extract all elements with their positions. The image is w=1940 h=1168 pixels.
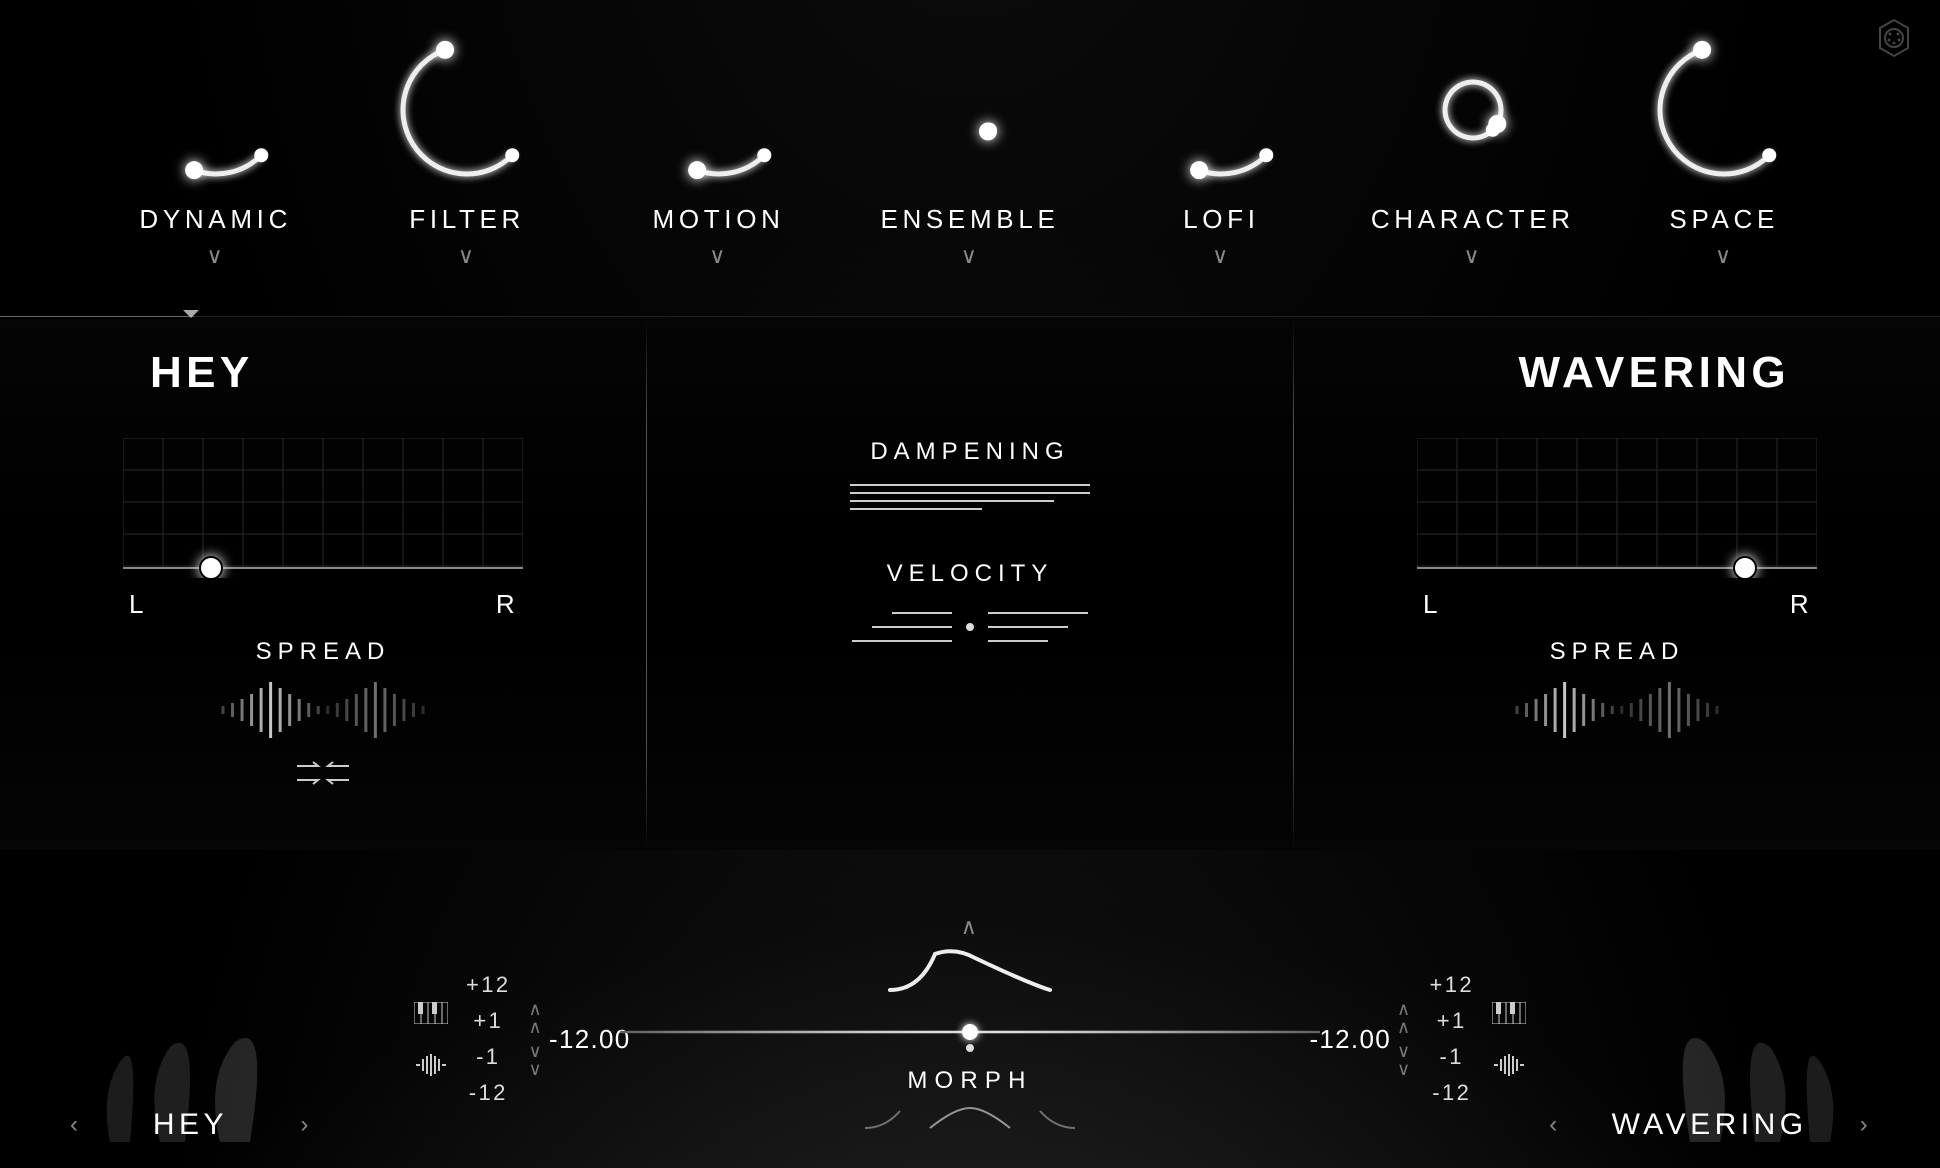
knob-label: MOTION xyxy=(653,204,785,235)
knob-dial[interactable] xyxy=(1634,20,1814,200)
knob-label: ENSEMBLE xyxy=(880,204,1059,235)
morph-label: MORPH xyxy=(620,1067,1320,1095)
spread-label-left: SPREAD xyxy=(123,638,523,666)
spread-label-right: SPREAD xyxy=(1417,638,1817,666)
prev-source-left[interactable]: ‹ xyxy=(70,1111,80,1139)
chevron-down-icon[interactable]: ∨ xyxy=(709,245,728,267)
mid-panel: HEY L R SPREAD DAMPENING VE xyxy=(0,318,1940,850)
pitch-step-button[interactable]: +12 xyxy=(1423,970,1480,1000)
knob-label: SPACE xyxy=(1669,204,1779,235)
knob-ensemble: ENSEMBLE ∨ xyxy=(860,20,1080,267)
pan-left[interactable]: L R SPREAD xyxy=(123,438,523,788)
keyboard-icon[interactable] xyxy=(414,1002,448,1024)
pitch-step-button[interactable]: -1 xyxy=(460,1042,517,1072)
knob-motion: MOTION ∨ xyxy=(609,20,829,267)
pitch-block-right: +12 +1 -1 -12 -12.00 ∧∧∨∨ xyxy=(1266,970,1526,1108)
divider xyxy=(0,316,1940,317)
morph-handle[interactable] xyxy=(962,1024,978,1040)
velocity-label: VELOCITY xyxy=(820,560,1120,588)
knob-row: DYNAMIC ∨ FILTER ∨ MOTION ∨ ENSEMBLE ∨ L… xyxy=(0,0,1940,310)
source-selector-right: ‹ WAVERING › xyxy=(1549,1108,1870,1142)
dampening-slider[interactable] xyxy=(850,484,1090,510)
preset-name-left: HEY xyxy=(150,348,254,398)
knob-dial[interactable] xyxy=(126,20,306,200)
pitch-step-button[interactable]: -1 xyxy=(1423,1042,1480,1072)
knob-dial[interactable] xyxy=(629,20,809,200)
chevron-down-icon[interactable]: ∨ xyxy=(458,245,477,267)
bottom-panel: ‹ HEY › +12 +1 -1 -12 ∧∧∨∨ -12.00 ∧ MORPH xyxy=(0,850,1940,1168)
waveform-icon[interactable] xyxy=(414,1054,448,1076)
knob-label: LOFI xyxy=(1183,204,1260,235)
source-selector-left: ‹ HEY › xyxy=(70,1108,311,1142)
chevron-down-icon[interactable]: ∨ xyxy=(1715,245,1734,267)
morph-section: ∧ MORPH xyxy=(620,914,1320,1138)
morph-curve-selector[interactable] xyxy=(860,1103,1080,1133)
dampening-label: DAMPENING xyxy=(820,438,1120,466)
pan-left-R: R xyxy=(496,589,517,620)
pan-right-R: R xyxy=(1790,589,1811,620)
preset-name-right: WAVERING xyxy=(1518,348,1790,398)
spread-viz-right[interactable] xyxy=(1507,680,1727,740)
source-name-left[interactable]: HEY xyxy=(100,1108,280,1142)
pan-right-L: L xyxy=(1423,589,1440,620)
knob-dial[interactable] xyxy=(1131,20,1311,200)
knob-label: CHARACTER xyxy=(1371,204,1575,235)
source-name-right[interactable]: WAVERING xyxy=(1580,1108,1840,1142)
knob-dial[interactable] xyxy=(377,20,557,200)
knob-dial[interactable] xyxy=(1383,20,1563,200)
tune-stepper-right[interactable]: ∧∧∨∨ xyxy=(1397,1000,1411,1078)
knob-character: CHARACTER ∨ xyxy=(1363,20,1583,267)
chevron-down-icon[interactable]: ∨ xyxy=(961,245,980,267)
velocity-slider[interactable] xyxy=(820,606,1120,648)
morph-expand[interactable]: ∧ xyxy=(620,914,1320,940)
pitch-step-button[interactable]: +1 xyxy=(460,1006,517,1036)
tune-value-left[interactable]: -12.00 xyxy=(549,1024,631,1055)
chevron-down-icon[interactable]: ∨ xyxy=(1464,245,1483,267)
pitch-step-button[interactable]: -12 xyxy=(460,1078,517,1108)
knob-dial[interactable] xyxy=(880,20,1060,200)
waveform-icon[interactable] xyxy=(1492,1054,1526,1076)
spread-viz-left[interactable] xyxy=(213,680,433,740)
knob-lofi: LOFI ∨ xyxy=(1111,20,1331,267)
pitch-step-button[interactable]: +12 xyxy=(460,970,517,1000)
tune-value-right[interactable]: -12.00 xyxy=(1309,1024,1391,1055)
chevron-down-icon[interactable]: ∨ xyxy=(206,245,225,267)
pan-right[interactable]: L R SPREAD xyxy=(1417,438,1817,788)
chevron-down-icon[interactable]: ∨ xyxy=(1212,245,1231,267)
morph-slider[interactable] xyxy=(620,1017,1320,1047)
knob-dynamic: DYNAMIC ∨ xyxy=(106,20,326,267)
prev-source-right[interactable]: ‹ xyxy=(1549,1111,1559,1139)
right-column: WAVERING L R SPREAD xyxy=(1294,318,1940,850)
knob-filter: FILTER ∨ xyxy=(357,20,577,267)
knob-label: DYNAMIC xyxy=(139,204,292,235)
knob-space: SPACE ∨ xyxy=(1614,20,1834,267)
center-column: DAMPENING VELOCITY xyxy=(647,318,1293,850)
left-column: HEY L R SPREAD xyxy=(0,318,646,850)
convergence-icon-left[interactable] xyxy=(293,758,353,788)
pan-left-L: L xyxy=(129,589,146,620)
pitch-step-button[interactable]: +1 xyxy=(1423,1006,1480,1036)
next-source-right[interactable]: › xyxy=(1860,1111,1870,1139)
knob-label: FILTER xyxy=(409,204,525,235)
tune-stepper-left[interactable]: ∧∧∨∨ xyxy=(529,1000,543,1078)
pitch-step-button[interactable]: -12 xyxy=(1423,1078,1480,1108)
envelope-icon[interactable] xyxy=(880,944,1060,1000)
keyboard-icon[interactable] xyxy=(1492,1002,1526,1024)
